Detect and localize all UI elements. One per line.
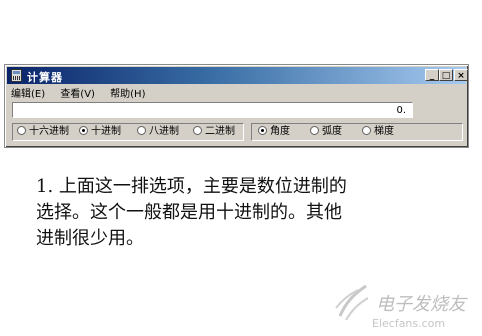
radio-radians-label: 弧度 bbox=[322, 126, 342, 137]
maximize-button[interactable]: □ bbox=[439, 69, 453, 81]
watermark-logo-icon bbox=[335, 284, 369, 321]
calculator-icon bbox=[11, 69, 22, 82]
radio-bin-label: 二进制 bbox=[205, 126, 235, 137]
radio-degrees-label: 角度 bbox=[270, 126, 290, 137]
radio-unchecked-icon bbox=[137, 126, 146, 135]
result-display[interactable]: 0. bbox=[12, 102, 413, 118]
radio-oct[interactable]: 八进制 bbox=[137, 126, 179, 138]
minimize-button[interactable]: _ bbox=[425, 69, 439, 81]
explanation-line: 进制很少用。 bbox=[36, 228, 144, 249]
radio-unchecked-icon bbox=[310, 126, 319, 135]
radio-dec[interactable]: 十进制 bbox=[79, 126, 121, 138]
menu-bar: 编辑(E) 查看(V) 帮助(H) bbox=[11, 85, 157, 100]
menu-help[interactable]: 帮助(H) bbox=[110, 89, 145, 100]
radio-hex-label: 十六进制 bbox=[29, 126, 69, 137]
radio-unchecked-icon bbox=[193, 126, 202, 135]
radio-checked-icon bbox=[258, 126, 267, 135]
radio-unchecked-icon bbox=[17, 126, 26, 135]
explanation-text: 1. 上面这一排选项，主要是数位进制的 选择。这个一般都是用十进制的。其他 进制… bbox=[36, 174, 456, 252]
watermark-brand: 电子发烧友 bbox=[376, 294, 466, 315]
close-button[interactable]: × bbox=[454, 69, 468, 81]
angle-unit-group: 角度 弧度 梯度 bbox=[251, 123, 463, 141]
number-base-group: 十六进制 十进制 八进制 二进制 bbox=[12, 123, 244, 141]
radio-grads-label: 梯度 bbox=[374, 126, 394, 137]
explanation-line: 1. 上面这一排选项，主要是数位进制的 bbox=[36, 176, 347, 197]
radio-dec-label: 十进制 bbox=[91, 126, 121, 137]
menu-view[interactable]: 查看(V) bbox=[60, 89, 95, 100]
radio-unchecked-icon bbox=[362, 126, 371, 135]
radio-hex[interactable]: 十六进制 bbox=[17, 126, 69, 138]
window-title: 计算器 bbox=[27, 71, 63, 84]
radio-grads[interactable]: 梯度 bbox=[362, 126, 394, 138]
calculator-window: 计算器 _ □ × 编辑(E) 查看(V) 帮助(H) 0. 十六进制 十进制 … bbox=[4, 64, 469, 148]
radio-checked-icon bbox=[79, 126, 88, 135]
radio-degrees[interactable]: 角度 bbox=[258, 126, 290, 138]
radio-radians[interactable]: 弧度 bbox=[310, 126, 342, 138]
explanation-line: 选择。这个一般都是用十进制的。其他 bbox=[36, 202, 342, 223]
radio-bin[interactable]: 二进制 bbox=[193, 126, 235, 138]
title-bar[interactable]: 计算器 _ □ × bbox=[7, 67, 468, 84]
menu-edit[interactable]: 编辑(E) bbox=[11, 89, 45, 100]
watermark-url: Elecfans.com bbox=[372, 317, 446, 330]
radio-oct-label: 八进制 bbox=[149, 126, 179, 137]
